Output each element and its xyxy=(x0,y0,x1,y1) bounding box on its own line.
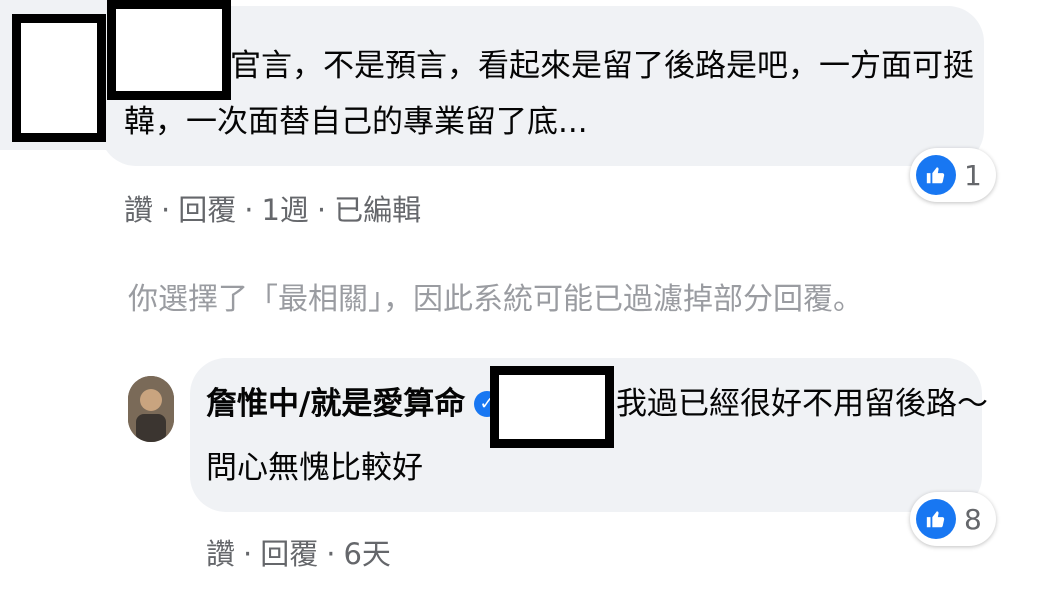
redaction-box xyxy=(107,0,231,100)
like-thumb-icon xyxy=(916,499,956,539)
filter-note: 你選擇了「最相關」，因此系統可能已過濾掉部分回覆。 xyxy=(128,282,863,317)
avatar[interactable] xyxy=(128,376,174,442)
reaction-summary[interactable]: 8 xyxy=(910,492,996,546)
edited-label[interactable]: 已編輯 xyxy=(334,190,421,230)
reply-link[interactable]: 回覆 xyxy=(178,190,236,230)
reply-text-line: 我過已經很好不用留後路～ xyxy=(616,386,988,422)
reply-actions: 讚 · 回覆 · 6天 xyxy=(206,534,391,574)
timestamp[interactable]: 1週 xyxy=(261,190,308,230)
reply-text-line: 問心無愧比較好 xyxy=(206,450,423,486)
like-link[interactable]: 讚 xyxy=(206,534,235,574)
timestamp[interactable]: 6天 xyxy=(343,534,390,574)
comment-actions: 讚 · 回覆 · 1週 · 已編輯 xyxy=(124,190,421,230)
comment-text-line: 韓，一次面替自己的專業留了底... xyxy=(124,104,588,140)
author-name[interactable]: 詹惟中/就是愛算命 xyxy=(206,382,465,426)
reaction-summary[interactable]: 1 xyxy=(910,148,996,202)
like-thumb-icon xyxy=(916,155,956,195)
like-link[interactable]: 讚 xyxy=(124,190,153,230)
reaction-count: 1 xyxy=(964,158,982,192)
reaction-count: 8 xyxy=(964,502,982,536)
comment-text-line: 官言，不是預言，看起來是留了後路是吧，一方面可挺 xyxy=(230,48,974,84)
redaction-box xyxy=(12,14,106,142)
redaction-box xyxy=(490,366,614,448)
reply-link[interactable]: 回覆 xyxy=(260,534,318,574)
